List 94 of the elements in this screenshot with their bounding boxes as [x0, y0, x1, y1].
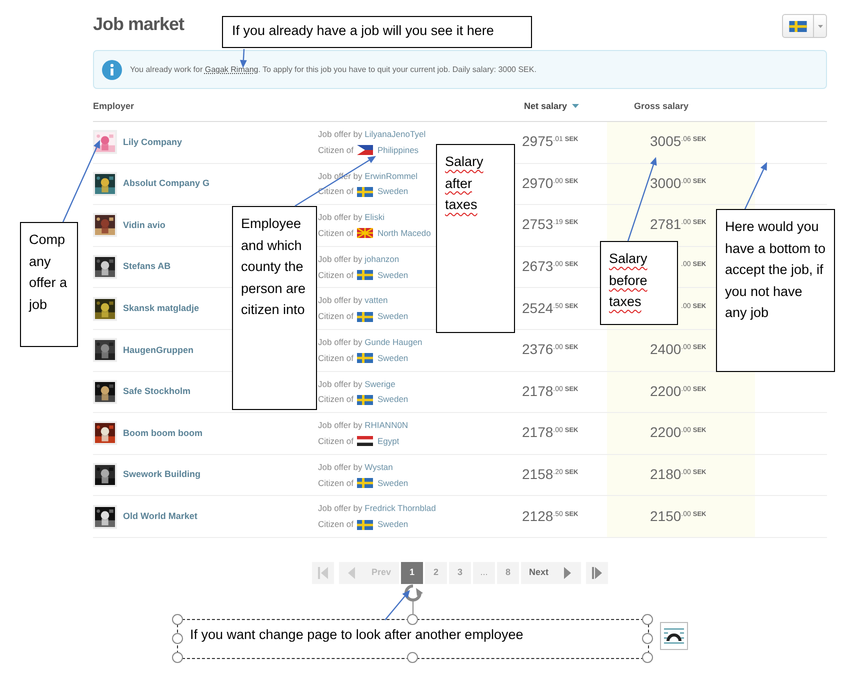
employee-link[interactable]: vatten — [364, 295, 388, 306]
salary-amount: .00 SEK — [681, 302, 706, 312]
callout-box: Salary before taxes — [600, 241, 678, 325]
citizen-label: Citizen of — [318, 144, 354, 157]
employee-link[interactable]: Wystan — [364, 462, 393, 472]
citizen-label: Citizen of — [318, 393, 354, 406]
next-icon — [562, 566, 573, 579]
callout-box: Employee and which county the person are citizen into — [232, 206, 317, 410]
citizen-label: Citizen of — [318, 268, 354, 282]
info-icon — [102, 60, 122, 80]
country-link[interactable]: Philippines — [377, 144, 419, 157]
offer-text: Job offer by johanzon — [318, 252, 400, 266]
country-link[interactable]: North Macedo — [377, 226, 431, 240]
offer-text: Job offer by Swerige — [318, 378, 396, 390]
resize-handle[interactable] — [172, 652, 183, 663]
citizen-label: Citizen of — [318, 185, 354, 198]
column-header[interactable]: Net salary — [524, 100, 580, 113]
last-page-button[interactable] — [586, 562, 608, 584]
resize-handle[interactable] — [407, 614, 418, 625]
country-link[interactable]: Sweden — [377, 476, 408, 490]
page-button[interactable]: 2 — [425, 562, 447, 584]
country-link[interactable]: Sweden — [377, 518, 408, 531]
country-link[interactable]: Sweden — [377, 393, 408, 406]
caret-icon — [818, 24, 822, 28]
resize-handle[interactable] — [642, 633, 653, 644]
country-link[interactable]: Sweden — [377, 352, 408, 365]
employee-link[interactable]: Eliski — [364, 212, 384, 222]
company-link[interactable]: Skansk matgladje — [123, 302, 200, 316]
prev-button[interactable]: Prev — [339, 562, 399, 584]
employee-link[interactable]: johanzon — [364, 254, 400, 264]
resize-handle[interactable] — [407, 652, 418, 663]
page-button[interactable]: 3 — [449, 562, 471, 584]
callout-box: Salary after taxes — [436, 144, 515, 333]
company-link[interactable]: Safe Stockholm — [123, 385, 191, 399]
resize-handle[interactable] — [642, 652, 653, 663]
salary-amount: .00 SEK — [681, 260, 706, 270]
citizen-label: Citizen of — [318, 310, 354, 323]
callout-box: Here would you have a bottom to accept the job, if you not have any job — [716, 209, 835, 372]
company-link[interactable]: Absolut Company G — [123, 177, 210, 191]
offer-text: Job offer by vatten — [318, 294, 388, 308]
page-title: Job market — [93, 14, 184, 36]
rotate-handle-icon[interactable] — [402, 582, 424, 614]
page-button[interactable]: 1 — [401, 562, 423, 584]
citizen-label: Citizen of — [318, 434, 354, 448]
country-link[interactable]: Sweden — [377, 185, 408, 198]
country-link[interactable]: Egypt — [377, 434, 400, 448]
next-button[interactable]: Next — [521, 562, 581, 584]
resize-handle[interactable] — [642, 614, 653, 625]
employee-link[interactable]: Gunde Haugen — [364, 337, 422, 348]
employee-link[interactable]: RHIANN0N — [364, 420, 408, 430]
resize-handle[interactable] — [172, 633, 183, 644]
company-link[interactable]: Lily Company — [123, 136, 182, 150]
callout-arrow — [744, 162, 767, 210]
notice-text: You already work for Gagak Rimang. To apply for this job you have to quit your current job. Daily salary: 3000 SEK. — [130, 64, 536, 76]
ellipsis: ... — [473, 562, 495, 584]
offer-text: Job offer by LilyanaJenoTyel — [318, 128, 426, 141]
column-header[interactable]: Gross salary — [634, 100, 689, 113]
employee-link[interactable]: Swerige — [364, 378, 396, 389]
employer-link[interactable]: Gagak Rimang — [204, 64, 258, 74]
employee-link[interactable]: ErwinRommel — [364, 170, 418, 181]
employee-link[interactable]: LilyanaJenoTyel — [364, 129, 426, 140]
offer-text: Job offer by Fredrick Thornblad — [318, 502, 436, 516]
company-link[interactable]: Boom boom boom — [123, 426, 202, 440]
callout-arrow — [240, 48, 247, 68]
country-link[interactable]: Sweden — [377, 268, 408, 282]
text-box[interactable]: If you want change page to look after another employee — [171, 613, 655, 665]
offer-text: Job offer by Wystan — [318, 460, 393, 474]
flag-icon — [789, 20, 807, 32]
column-header[interactable]: Employer — [93, 100, 134, 113]
offer-text: Job offer by Gunde Haugen — [318, 336, 422, 349]
company-link[interactable]: Swework Building — [123, 468, 201, 482]
callout-arrow — [384, 590, 410, 620]
citizen-label: Citizen of — [318, 352, 354, 365]
company-link[interactable]: HaugenGruppen — [123, 344, 194, 358]
resize-handle[interactable] — [172, 614, 183, 625]
callout-box: Company offer a job — [20, 222, 78, 347]
company-link[interactable]: Vidin avio — [123, 218, 166, 232]
offer-text: Job offer by RHIANN0N — [318, 419, 408, 432]
layout-options-icon[interactable] — [660, 622, 688, 650]
last-icon — [592, 566, 602, 579]
employee-link[interactable]: Fredrick Thornblad — [364, 503, 436, 514]
page-button[interactable]: 8 — [497, 562, 519, 584]
citizen-label: Citizen of — [318, 226, 354, 240]
callout-box: If you already have a job will you see it here — [222, 16, 532, 48]
citizen-label: Citizen of — [318, 476, 354, 490]
country-link[interactable]: Sweden — [377, 310, 408, 323]
company-link[interactable]: Old World Market — [123, 510, 198, 524]
language-dropdown[interactable] — [782, 14, 827, 38]
offer-text: Job offer by Eliski — [318, 211, 384, 224]
company-link[interactable]: Stefans AB — [123, 260, 171, 274]
sort-icon — [572, 104, 580, 108]
citizen-label: Citizen of — [318, 518, 354, 531]
first-icon — [318, 566, 328, 579]
previous-icon — [347, 566, 358, 579]
